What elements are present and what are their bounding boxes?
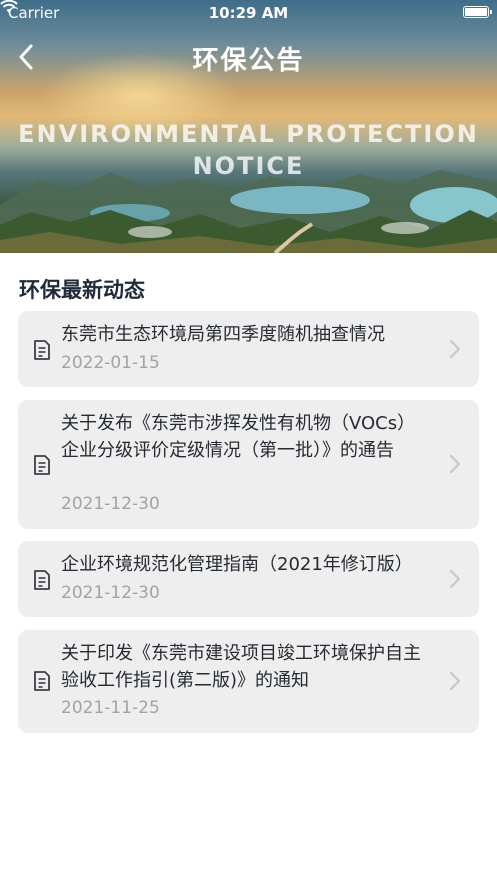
banner-caption-line2: NOTICE xyxy=(192,152,305,180)
notice-title: 东莞市生态环境局第四季度随机抽查情况 xyxy=(61,324,385,345)
chevron-right-icon xyxy=(449,671,461,691)
notice-card[interactable]: 关于印发《东莞市建设项目竣工环境保护自主验收工作指引(第二版)》的通知 2021… xyxy=(18,630,479,733)
document-icon xyxy=(34,570,50,590)
document-icon xyxy=(34,340,50,360)
banner-caption: ENVIRONMENTAL PROTECTION NOTICE xyxy=(0,118,497,182)
notice-title: 关于印发《东莞市建设项目竣工环境保护自主验收工作指引(第二版)》的通知 xyxy=(61,643,421,691)
notice-date: 2022-01-15 xyxy=(61,353,160,373)
page-title: 环保公告 xyxy=(192,46,305,76)
notice-date: 2021-12-30 xyxy=(61,583,160,603)
status-time: 10:29 AM xyxy=(208,4,289,22)
notice-title: 企业环境规范化管理指南（2021年修订版） xyxy=(61,554,413,575)
chevron-right-icon xyxy=(449,569,461,589)
banner-caption-line1: ENVIRONMENTAL PROTECTION xyxy=(18,120,479,148)
notice-card[interactable]: 东莞市生态环境局第四季度随机抽查情况 2022-01-15 xyxy=(18,311,479,387)
section-title: 环保最新动态 xyxy=(19,278,145,302)
notice-card[interactable]: 关于发布《东莞市涉挥发性有机物（VOCs）企业分级评价定级情况（第一批）》的通告… xyxy=(18,400,479,529)
battery-icon xyxy=(463,6,492,18)
notice-card[interactable]: 企业环境规范化管理指南（2021年修订版） 2021-12-30 xyxy=(18,541,479,617)
status-bar: Carrier 10:29 AM xyxy=(0,0,497,26)
notice-date: 2021-12-30 xyxy=(61,494,160,514)
chevron-right-icon xyxy=(449,454,461,474)
notice-date: 2021-11-25 xyxy=(61,698,160,718)
document-icon xyxy=(34,455,50,475)
document-icon xyxy=(34,671,50,691)
chevron-right-icon xyxy=(449,339,461,359)
notice-title: 关于发布《东莞市涉挥发性有机物（VOCs）企业分级评价定级情况（第一批）》的通告 xyxy=(61,413,416,461)
header-banner: Carrier 10:29 AM 环保公告 ENVIRONMENTAL PROT… xyxy=(0,0,497,253)
